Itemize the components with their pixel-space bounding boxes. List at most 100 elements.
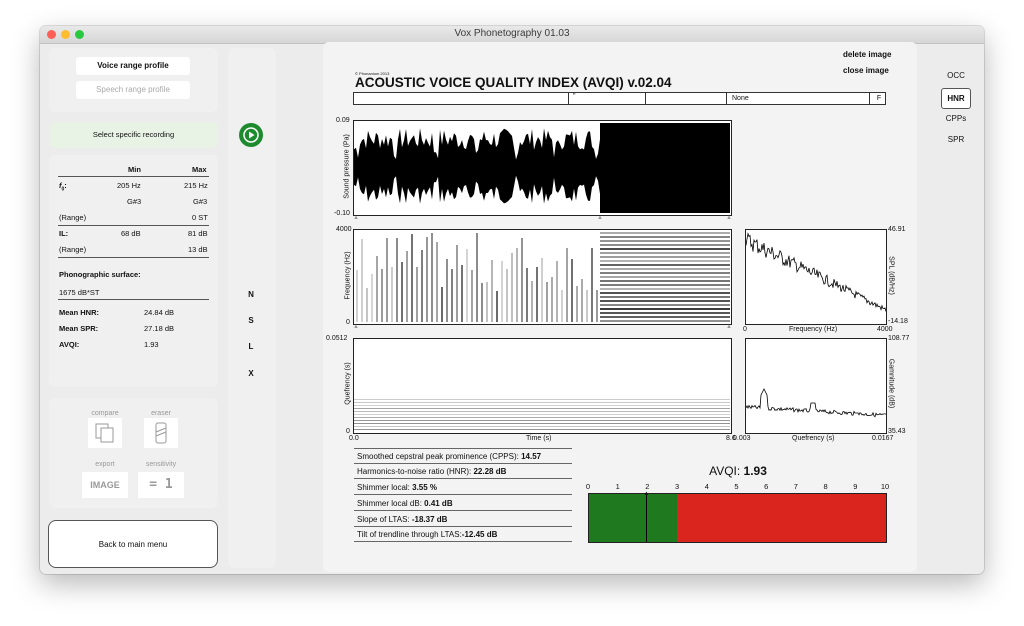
spectrogram-column bbox=[376, 256, 378, 322]
spectrogram-column bbox=[526, 268, 528, 322]
f0-note-min: G#3 bbox=[127, 197, 142, 206]
tab-hnr[interactable]: HNR bbox=[941, 94, 971, 103]
divider bbox=[58, 176, 209, 177]
spectrogram-column bbox=[486, 282, 488, 322]
measure-hnr: Harmonics-to-noise ratio (HNR): 22.28 dB bbox=[354, 464, 572, 479]
f0-label: f0: bbox=[59, 181, 67, 193]
measure-label: Shimmer local dB: bbox=[357, 499, 425, 508]
cepstrum-xmax: 0.0167 bbox=[872, 435, 894, 442]
spectrogram-column bbox=[561, 290, 563, 322]
col-max-header: Max bbox=[192, 165, 207, 174]
avqi-normal-zone bbox=[589, 494, 677, 542]
divider bbox=[58, 225, 209, 226]
measure-ltas-slope: Slope of LTAS: -18.37 dB bbox=[354, 512, 572, 527]
phonographic-surface-label: Phonographic surface: bbox=[59, 270, 141, 279]
small-size-button[interactable]: S bbox=[238, 316, 264, 325]
measure-label: Tilt of trendline through LTAS: bbox=[357, 530, 462, 539]
normal-size-button[interactable]: N bbox=[238, 290, 264, 299]
speech-range-profile-button[interactable]: Speech range profile bbox=[76, 81, 190, 99]
sustained-vowel-waveform bbox=[600, 123, 730, 213]
play-button[interactable] bbox=[239, 123, 263, 147]
measure-label: Smoothed cepstral peak prominence (CPPS)… bbox=[357, 452, 522, 461]
measure-shimmer-db: Shimmer local dB: 0.41 dB bbox=[354, 496, 572, 511]
spectrogram-end-marker: ▲ bbox=[726, 324, 732, 330]
spectrogram-band bbox=[600, 248, 730, 250]
cepstrogram-line bbox=[354, 414, 730, 415]
cepstrogram-line bbox=[354, 399, 730, 400]
ltas-xmax: 4000 bbox=[877, 326, 893, 333]
il-min: 68 dB bbox=[121, 229, 141, 238]
avqi-value: 1.93 bbox=[144, 340, 159, 349]
spectrogram-column bbox=[471, 270, 473, 322]
waveform-split-marker: ▲ bbox=[597, 215, 603, 221]
select-recording-button[interactable]: Select specific recording bbox=[49, 130, 218, 139]
measure-value: -18.37 dB bbox=[411, 515, 448, 524]
f0-min: 205 Hz bbox=[117, 181, 141, 190]
avqi-pathological-zone bbox=[676, 494, 886, 542]
spectrogram-column bbox=[491, 260, 493, 322]
spectrogram-column bbox=[421, 250, 423, 322]
f0-colon: : bbox=[64, 181, 67, 190]
delete-image-button[interactable]: delete image bbox=[843, 50, 891, 59]
spectrogram-column bbox=[536, 267, 538, 322]
measure-ltas-tilt: Tilt of trendline through LTAS:-12.45 dB bbox=[354, 527, 572, 542]
spectrogram-column bbox=[406, 251, 408, 322]
avqi-scale-bar: ▲ bbox=[588, 491, 887, 543]
spectrogram-column bbox=[541, 258, 543, 322]
measure-label: Slope of LTAS: bbox=[357, 515, 412, 524]
measure-label: Harmonics-to-noise ratio (HNR): bbox=[357, 467, 474, 476]
spectrogram-band bbox=[600, 320, 730, 322]
spectrogram-graphic bbox=[356, 232, 730, 322]
spectrogram-column bbox=[431, 233, 433, 322]
spectrogram-column bbox=[451, 269, 453, 322]
spectrogram-band bbox=[600, 300, 730, 302]
back-to-main-menu-button[interactable]: Back to main menu bbox=[48, 520, 218, 568]
spectrogram-column bbox=[566, 248, 568, 322]
cepstrogram-xlabel: Time (s) bbox=[526, 435, 552, 442]
spectrogram-column bbox=[571, 259, 573, 322]
large-size-button[interactable]: L bbox=[238, 342, 264, 351]
cepstrum-graphic bbox=[745, 388, 887, 418]
sensitivity-label: sensitivity bbox=[145, 461, 177, 468]
spectrogram-band bbox=[600, 308, 730, 310]
measure-value: 0.41 dB bbox=[424, 499, 453, 508]
report-heading: ACOUSTIC VOICE QUALITY INDEX (AVQI) v.02… bbox=[355, 75, 672, 90]
spectrogram-column bbox=[461, 265, 463, 322]
spectrogram-column bbox=[521, 238, 523, 322]
voice-range-profile-button[interactable]: Voice range profile bbox=[76, 57, 190, 75]
close-image-button[interactable]: close image bbox=[843, 66, 889, 75]
waveform-ylabel: Sound pressure (Pa) bbox=[343, 134, 351, 199]
window-title: Vox Phonetography 01.03 bbox=[454, 28, 570, 39]
compare-button[interactable] bbox=[88, 418, 122, 448]
phonographic-surface-value: 1675 dB*ST bbox=[59, 288, 100, 297]
sensitivity-control[interactable]: = 1 bbox=[138, 472, 184, 498]
spectrogram-column bbox=[476, 233, 478, 322]
info-cell-name bbox=[354, 93, 569, 104]
spectrogram-column bbox=[596, 290, 598, 322]
compare-icon bbox=[95, 423, 114, 443]
spectrogram-band bbox=[600, 296, 730, 298]
cepstrogram-lines bbox=[354, 399, 730, 430]
tab-occ[interactable]: OCC bbox=[941, 71, 971, 80]
export-image-button[interactable]: IMAGE bbox=[82, 472, 128, 498]
extra-large-size-button[interactable]: X bbox=[238, 369, 264, 378]
spectrogram-band bbox=[600, 244, 730, 246]
measure-shimmer-local: Shimmer local: 3.55 % bbox=[354, 480, 572, 495]
waveform-plot bbox=[353, 120, 732, 216]
divider bbox=[58, 257, 209, 258]
eraser-button[interactable] bbox=[144, 418, 178, 448]
avqi-tick-label: 2 bbox=[645, 482, 650, 491]
cepstrogram-line bbox=[354, 429, 730, 430]
ltas-ylabel: SPL (dB/Hz) bbox=[887, 256, 895, 295]
tab-spr[interactable]: SPR bbox=[941, 135, 971, 144]
avqi-tick-label: 3 bbox=[675, 482, 680, 491]
cepstrum-xlabel: Quefrency (s) bbox=[792, 435, 835, 442]
il-label: IL: bbox=[59, 229, 69, 238]
info-cell-age bbox=[647, 93, 727, 104]
tab-cpps[interactable]: CPPs bbox=[941, 114, 971, 123]
avqi-marker-head: ▲ bbox=[643, 491, 650, 497]
waveform-start-marker: ▲ bbox=[353, 215, 359, 221]
spectrogram-band bbox=[600, 312, 730, 314]
spectrogram-band bbox=[600, 284, 730, 286]
measure-value: 3.55 % bbox=[412, 483, 438, 492]
